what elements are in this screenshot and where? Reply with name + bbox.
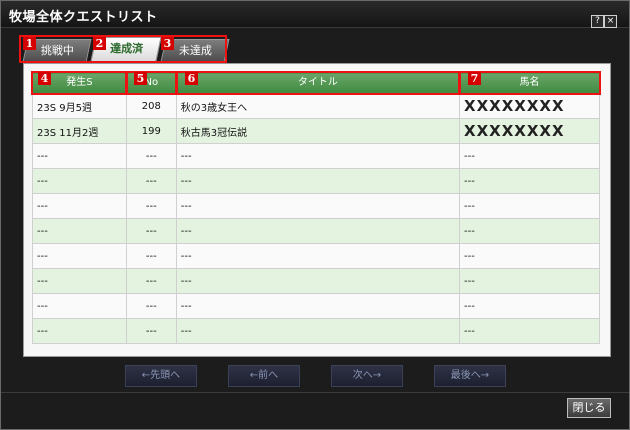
next-page-button[interactable]: 次へ→ <box>331 365 403 387</box>
horse-cell: --- <box>459 318 600 344</box>
table-row[interactable]: --- --- --- --- <box>32 143 600 169</box>
horse-cell: --- <box>459 143 600 169</box>
quest-table-panel: 発生S No タイトル 馬名 23S 9月5週 208 秋の3歳女王へ XXXX… <box>23 63 611 357</box>
no-cell: --- <box>125 193 177 219</box>
quest-list-window: 牧場全体クエストリスト ? × 挑戦中 達成済 未達成 1 2 3 発生S No… <box>0 0 630 430</box>
table-row[interactable]: --- --- --- --- <box>32 193 600 219</box>
marker-5: 5 <box>134 72 147 85</box>
title-cell: --- <box>175 268 461 294</box>
marker-7: 7 <box>468 72 481 85</box>
title-cell: --- <box>175 168 461 194</box>
no-cell: 208 <box>125 93 177 119</box>
table-row[interactable]: 23S 9月5週 208 秋の3歳女王へ XXXXXXXX <box>32 93 600 119</box>
season-cell: --- <box>32 243 127 269</box>
table-row[interactable]: --- --- --- --- <box>32 168 600 194</box>
column-header-title[interactable]: タイトル <box>174 71 462 95</box>
footer-divider <box>1 392 629 393</box>
no-cell: --- <box>125 168 177 194</box>
last-page-button[interactable]: 最後へ→ <box>434 365 506 387</box>
marker-3: 3 <box>161 37 174 50</box>
quest-table: 発生S No タイトル 馬名 23S 9月5週 208 秋の3歳女王へ XXXX… <box>31 71 601 344</box>
season-cell: --- <box>32 193 127 219</box>
help-button[interactable]: ? <box>591 15 604 28</box>
title-cell: --- <box>175 218 461 244</box>
title-cell: --- <box>175 318 461 344</box>
season-cell: 23S 9月5週 <box>32 93 127 119</box>
season-cell: 23S 11月2週 <box>32 118 127 144</box>
horse-cell: --- <box>459 168 600 194</box>
horse-cell: --- <box>459 268 600 294</box>
table-row[interactable]: --- --- --- --- <box>32 243 600 269</box>
tab-bar: 挑戦中 達成済 未達成 <box>19 35 230 65</box>
title-cell: --- <box>175 293 461 319</box>
table-row[interactable]: --- --- --- --- <box>32 318 600 344</box>
window-title: 牧場全体クエストリスト <box>9 10 158 25</box>
table-row[interactable]: --- --- --- --- <box>32 218 600 244</box>
marker-6: 6 <box>185 72 198 85</box>
horse-cell: --- <box>459 218 600 244</box>
no-cell: --- <box>125 243 177 269</box>
table-row[interactable]: --- --- --- --- <box>32 293 600 319</box>
horse-cell: XXXXXXXX <box>459 118 600 144</box>
prev-page-button[interactable]: ←前へ <box>228 365 300 387</box>
season-cell: --- <box>32 268 127 294</box>
no-cell: --- <box>125 268 177 294</box>
marker-4: 4 <box>38 72 51 85</box>
horse-cell: --- <box>459 243 600 269</box>
season-cell: --- <box>32 143 127 169</box>
season-cell: --- <box>32 168 127 194</box>
close-window-button[interactable]: × <box>604 15 617 28</box>
season-cell: --- <box>32 318 127 344</box>
table-row[interactable]: --- --- --- --- <box>32 268 600 294</box>
table-row[interactable]: 23S 11月2週 199 秋古馬3冠伝説 XXXXXXXX <box>32 118 600 144</box>
title-cell: --- <box>175 193 461 219</box>
season-cell: --- <box>32 293 127 319</box>
title-cell: --- <box>175 143 461 169</box>
no-cell: --- <box>125 218 177 244</box>
title-bar: 牧場全体クエストリスト ? × <box>1 1 629 28</box>
no-cell: 199 <box>125 118 177 144</box>
no-cell: --- <box>125 318 177 344</box>
horse-cell: --- <box>459 193 600 219</box>
title-cell: --- <box>175 243 461 269</box>
no-cell: --- <box>125 293 177 319</box>
marker-1: 1 <box>23 37 36 50</box>
marker-2: 2 <box>93 37 106 50</box>
season-cell: --- <box>32 218 127 244</box>
close-button[interactable]: 閉じる <box>567 398 611 418</box>
title-cell: 秋古馬3冠伝説 <box>175 118 461 144</box>
first-page-button[interactable]: ←先頭へ <box>125 365 197 387</box>
horse-cell: XXXXXXXX <box>459 93 600 119</box>
horse-cell: --- <box>459 293 600 319</box>
no-cell: --- <box>125 143 177 169</box>
title-cell: 秋の3歳女王へ <box>175 93 461 119</box>
